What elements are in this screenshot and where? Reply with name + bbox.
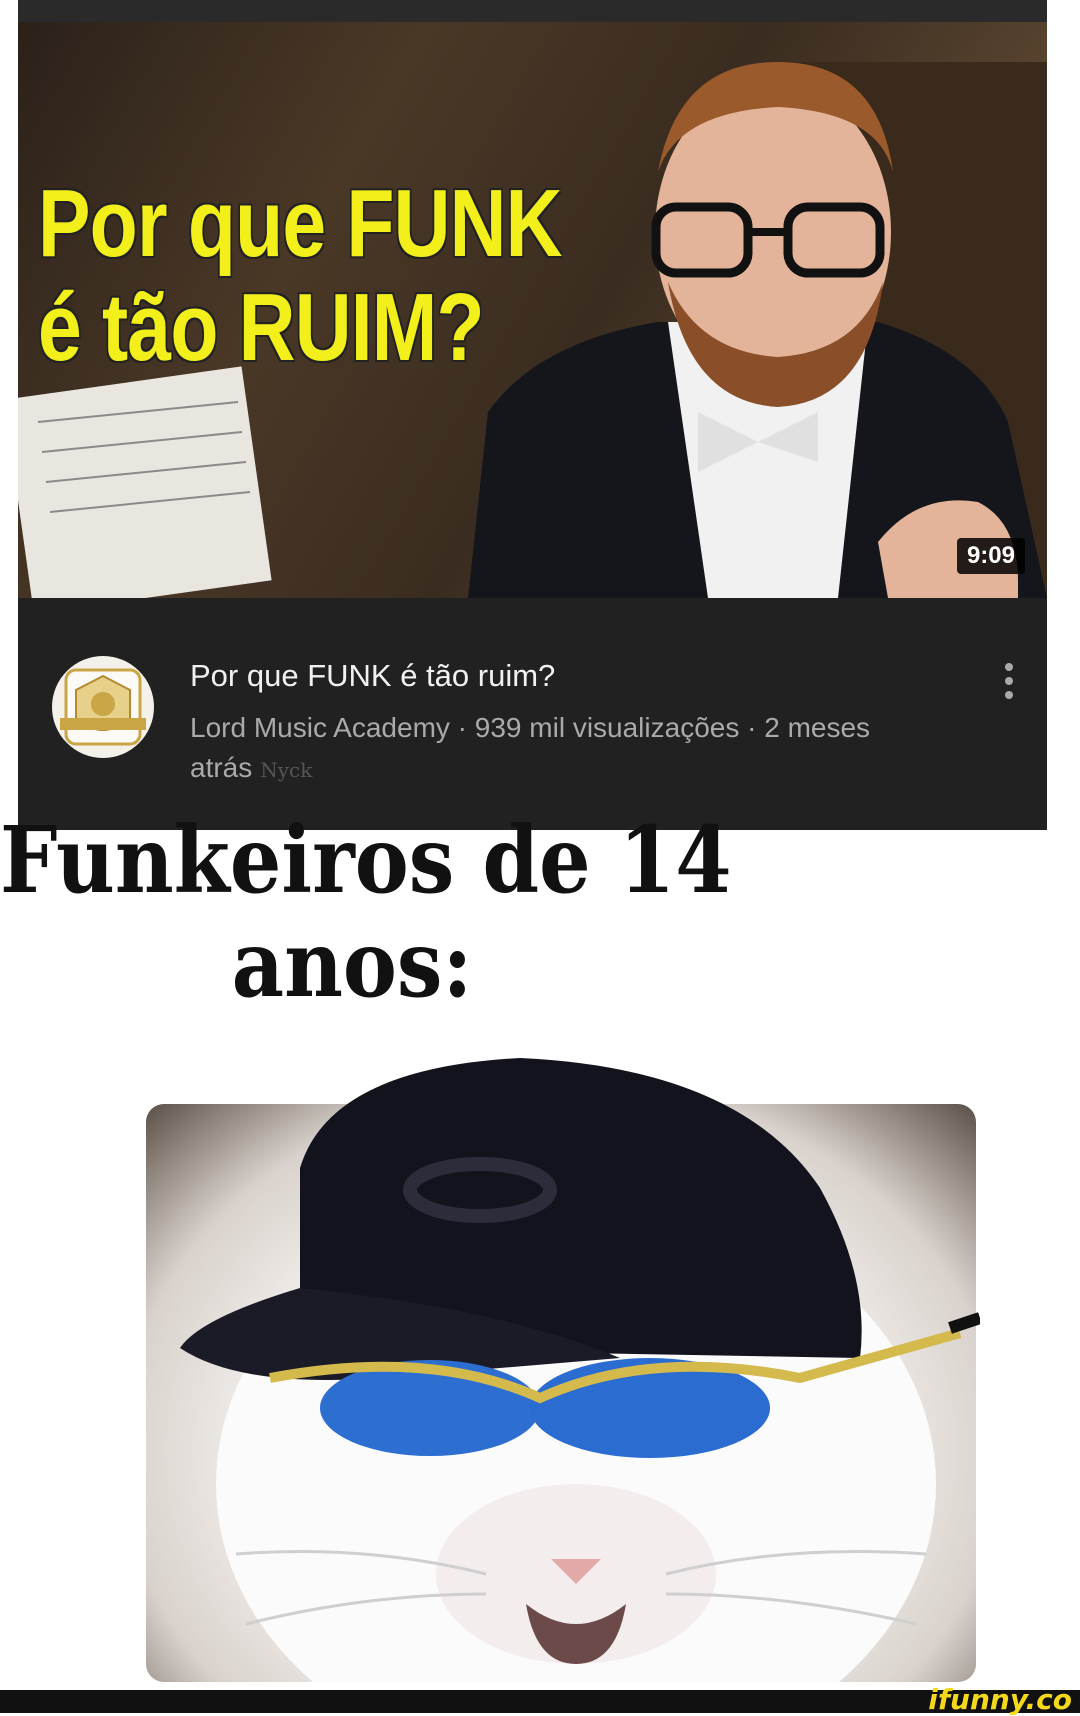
channel-avatar[interactable] (52, 656, 154, 758)
video-thumbnail[interactable]: Por que FUNK é tão RUIM? 9:09 (18, 22, 1047, 598)
more-vert-icon[interactable] (997, 660, 1021, 704)
thumbnail-title-line2: é tão RUIM? (38, 274, 485, 381)
channel-logo-icon (60, 668, 146, 746)
meme-caption-line1: Funkeiros de 14 (0, 806, 732, 914)
thumbnail-title-line1: Por que FUNK (38, 170, 563, 277)
video-card[interactable]: Por que FUNK é tão RUIM? 9:09 Por que FU… (18, 22, 1047, 830)
meme-caption: Funkeiros de 14 anos: (0, 806, 732, 1018)
top-strip (18, 0, 1047, 22)
cap-and-sunglasses (180, 1058, 980, 1458)
video-meta: Por que FUNK é tão ruim? Lord Music Acad… (18, 598, 1047, 830)
thumbnail-title: Por que FUNK é tão RUIM? (38, 170, 563, 381)
footer-bar: ifunny.co (0, 1686, 1080, 1714)
meme-caption-line2: anos: (231, 910, 473, 1018)
video-title[interactable]: Por que FUNK é tão ruim? (190, 658, 555, 694)
ifunny-watermark: ifunny.co (928, 1683, 1072, 1716)
duration-badge: 9:09 (956, 538, 1025, 574)
watermark: Nyck (260, 758, 313, 782)
video-info: Lord Music Academy · 939 mil visualizaçõ… (190, 708, 950, 790)
